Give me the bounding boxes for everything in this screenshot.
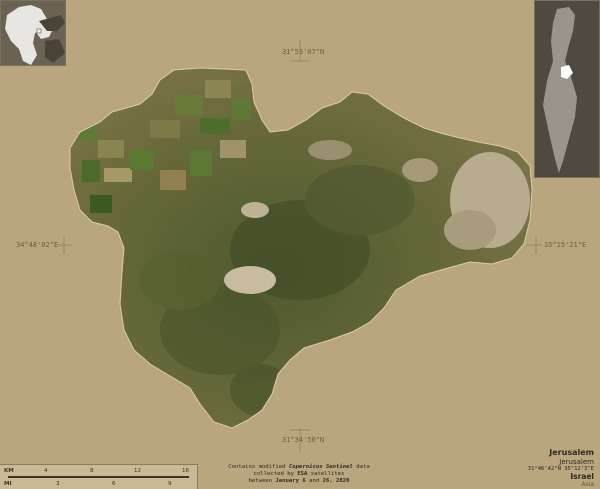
country-name: Israel — [570, 472, 594, 481]
credit-date-start: January 6 — [275, 478, 306, 484]
credit-text: between — [248, 478, 276, 484]
coord-left: 34°48'02"E — [16, 241, 59, 249]
locator-inset-country — [534, 0, 600, 178]
world-locator-map — [5, 5, 65, 65]
map-canvas: 31°53'07"N 31°34'50"N 34°48'02"E 35°15'2… — [0, 0, 600, 489]
region-highlight — [561, 65, 573, 79]
scale-bar: KM 4 8 12 16 MI 3 6 9 — [0, 464, 198, 489]
credit-source: Copernicus Sentinel — [288, 464, 353, 470]
region-imagery — [70, 68, 532, 428]
scale-mi-tick: 9 — [168, 481, 172, 487]
coord-top: 31°53'07"N — [282, 48, 325, 56]
coord-right: 35°15'21"E — [544, 241, 587, 249]
region-subtitle: Jerusalem — [559, 458, 594, 466]
country-locator-map — [543, 7, 577, 173]
scale-mi-label: MI — [4, 481, 12, 487]
location-marker-icon — [36, 28, 42, 34]
scale-km-tick: 16 — [182, 468, 189, 474]
credit-text: collected by — [253, 471, 298, 477]
scale-mi-tick: 3 — [56, 481, 60, 487]
credit-text: and — [305, 478, 323, 484]
locator-inset-world — [0, 0, 66, 66]
data-credit: Contains modified Copernicus Sentinel da… — [224, 464, 374, 485]
credit-text: Contains modified — [228, 464, 289, 470]
credit-text: data — [352, 464, 370, 470]
credit-text: satellites — [307, 471, 345, 477]
scale-km-tick: 4 — [44, 468, 48, 474]
satellite-region-map — [58, 40, 542, 452]
scale-mi-row: MI 3 6 9 — [0, 478, 198, 489]
scale-km-label: KM — [4, 468, 14, 474]
coord-bottom: 31°34'50"N — [282, 436, 325, 444]
scale-km-tick: 8 — [90, 468, 94, 474]
scale-km-tick: 12 — [134, 468, 141, 474]
continent-name: Asia — [581, 481, 594, 488]
scale-mi-tick: 6 — [112, 481, 116, 487]
region-name: Jerusalem — [549, 448, 594, 457]
credit-agency: ESA — [297, 471, 308, 477]
credit-date-end: 26, 2020 — [322, 478, 350, 484]
